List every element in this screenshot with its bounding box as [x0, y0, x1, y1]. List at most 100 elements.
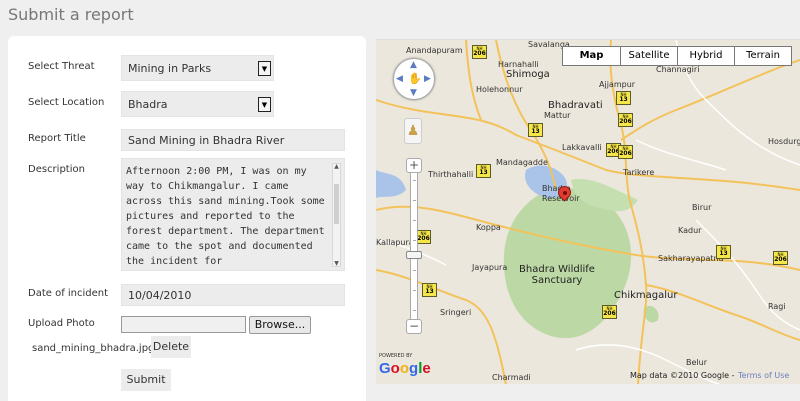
description-textarea[interactable]: Afternoon 2:00 PM, I was on my way to Ch… — [121, 158, 345, 271]
zoom-tick — [413, 180, 416, 181]
pan-control[interactable]: ▲ ▼ ◀ ▶ ✋ — [393, 58, 435, 100]
map-type-satellite-button[interactable]: Satellite — [620, 47, 677, 65]
map-view[interactable]: Anandapuram Savalanga Harnahalli Shimoga… — [376, 39, 800, 384]
zoom-tick — [413, 200, 416, 201]
place-label: Belur — [686, 358, 707, 367]
marker-dot — [563, 191, 567, 195]
uploaded-filename: sand_mining_bhadra.jpg — [32, 343, 155, 354]
pegman-icon[interactable]: ♟ — [404, 118, 422, 144]
place-label: Mattur — [544, 111, 571, 120]
location-value: Bhadra — [128, 98, 168, 111]
zoom-slider-track[interactable] — [410, 165, 418, 320]
threat-value: Mining in Parks — [128, 62, 212, 75]
place-label: Bhadravati — [548, 100, 603, 111]
photo-label: Upload Photo — [28, 318, 95, 329]
place-label: Anandapuram — [406, 46, 463, 55]
map-type-hybrid-button[interactable]: Hybrid — [677, 47, 734, 65]
place-label: Sakharayapatna — [658, 254, 724, 263]
pan-right-icon[interactable]: ▶ — [424, 74, 431, 84]
zoom-tick — [413, 240, 416, 241]
logo-letter: o — [399, 360, 410, 377]
submit-button[interactable]: Submit — [121, 369, 171, 391]
description-value: Afternoon 2:00 PM, I was on my way to Ch… — [126, 166, 331, 267]
place-label: Birur — [692, 203, 712, 212]
zoom-in-button[interactable]: + — [406, 158, 422, 173]
highway-shield: NH 13 — [476, 164, 491, 178]
pan-left-icon[interactable]: ◀ — [396, 74, 403, 84]
delete-button[interactable]: Delete — [151, 336, 191, 358]
report-title-label: Report Title — [28, 133, 86, 144]
threat-label: Select Threat — [28, 61, 95, 72]
highway-shield: NH 13 — [528, 123, 543, 137]
google-logo[interactable]: Google — [379, 360, 431, 377]
description-scrollbar[interactable]: ▲ ▼ — [332, 163, 341, 267]
report-form: Select Threat Mining in Parks ▼ Select L… — [8, 36, 366, 401]
terms-of-use-link[interactable]: Terms of Use — [738, 371, 789, 380]
chevron-down-icon[interactable]: ▼ — [258, 97, 271, 112]
place-label: Ragi — [768, 302, 786, 311]
place-label: Ajjampur — [599, 80, 636, 89]
pan-up-icon[interactable]: ▲ — [410, 60, 417, 70]
place-label: Chikmagalur — [614, 290, 678, 301]
map-attribution: Map data ©2010 Google - — [630, 371, 735, 380]
place-label: Charmadi — [492, 373, 531, 382]
date-label: Date of incident — [28, 288, 109, 299]
hand-icon[interactable]: ✋ — [408, 72, 422, 85]
map-type-control: Map Satellite Hybrid Terrain — [562, 46, 792, 66]
zoom-tick — [413, 220, 416, 221]
zoom-tick — [413, 310, 416, 311]
map-base — [376, 40, 800, 384]
place-label: Shimoga — [506, 69, 550, 80]
person-icon: ♟ — [406, 123, 420, 139]
highway-shield: NH 206 — [602, 305, 617, 319]
zoom-tick — [413, 290, 416, 291]
logo-letter: o — [390, 360, 400, 377]
logo-letter: e — [422, 360, 431, 377]
logo-letter: g — [409, 360, 419, 377]
threat-select[interactable]: Mining in Parks ▼ — [121, 55, 274, 81]
highway-shield: NH 13 — [616, 91, 631, 105]
highway-shield: NH 206 — [618, 145, 633, 159]
place-label: Hosdurga — [768, 137, 800, 146]
place-label: Thirthahalli — [428, 170, 474, 179]
place-label: Mandagadde — [496, 158, 548, 167]
location-label: Select Location — [28, 97, 105, 108]
date-value: 10/04/2010 — [128, 289, 192, 302]
browse-button[interactable]: Browse... — [249, 316, 311, 334]
zoom-slider-thumb[interactable] — [406, 251, 422, 259]
date-input[interactable]: 10/04/2010 — [121, 284, 345, 306]
zoom-tick — [413, 270, 416, 271]
place-label: Jayapura — [472, 263, 508, 272]
pan-down-icon[interactable]: ▼ — [410, 88, 417, 98]
place-label: Kadur — [678, 226, 702, 235]
location-select[interactable]: Bhadra ▼ — [121, 91, 274, 117]
place-label: Channagiri — [656, 65, 700, 74]
place-label: Kallapura — [376, 238, 414, 247]
scroll-up-icon[interactable]: ▲ — [333, 163, 340, 170]
chevron-down-icon[interactable]: ▼ — [258, 61, 271, 76]
scroll-down-icon[interactable]: ▼ — [333, 260, 340, 267]
place-label: Holehonnur — [476, 85, 523, 94]
place-label: Lakkavalli — [562, 143, 602, 152]
place-label: Tarikere — [623, 168, 655, 177]
highway-shield: NH 206 — [472, 45, 487, 59]
map-type-map-button[interactable]: Map — [563, 47, 620, 65]
highway-shield: NH 13 — [716, 245, 731, 259]
highway-shield: NH 206 — [773, 251, 788, 265]
scroll-thumb[interactable] — [334, 184, 339, 224]
place-label: Koppa — [476, 223, 501, 232]
map-type-terrain-button[interactable]: Terrain — [734, 47, 791, 65]
place-label: Sringeri — [440, 308, 472, 317]
powered-by-label: POWERED BY — [379, 353, 413, 359]
highway-shield: NH 13 — [422, 283, 437, 297]
logo-letter: G — [379, 360, 391, 377]
description-label: Description — [28, 164, 85, 175]
report-title-input[interactable]: Sand Mining in Bhadra River — [121, 129, 345, 151]
highway-shield: NH 206 — [416, 230, 431, 244]
place-label: Harnahalli — [498, 60, 539, 69]
file-path-input[interactable] — [121, 316, 246, 333]
page-title: Submit a report — [8, 5, 134, 24]
zoom-out-button[interactable]: − — [406, 319, 422, 334]
place-label: Bhadra Wildlife Sanctuary — [519, 264, 595, 286]
report-title-value: Sand Mining in Bhadra River — [128, 134, 285, 147]
